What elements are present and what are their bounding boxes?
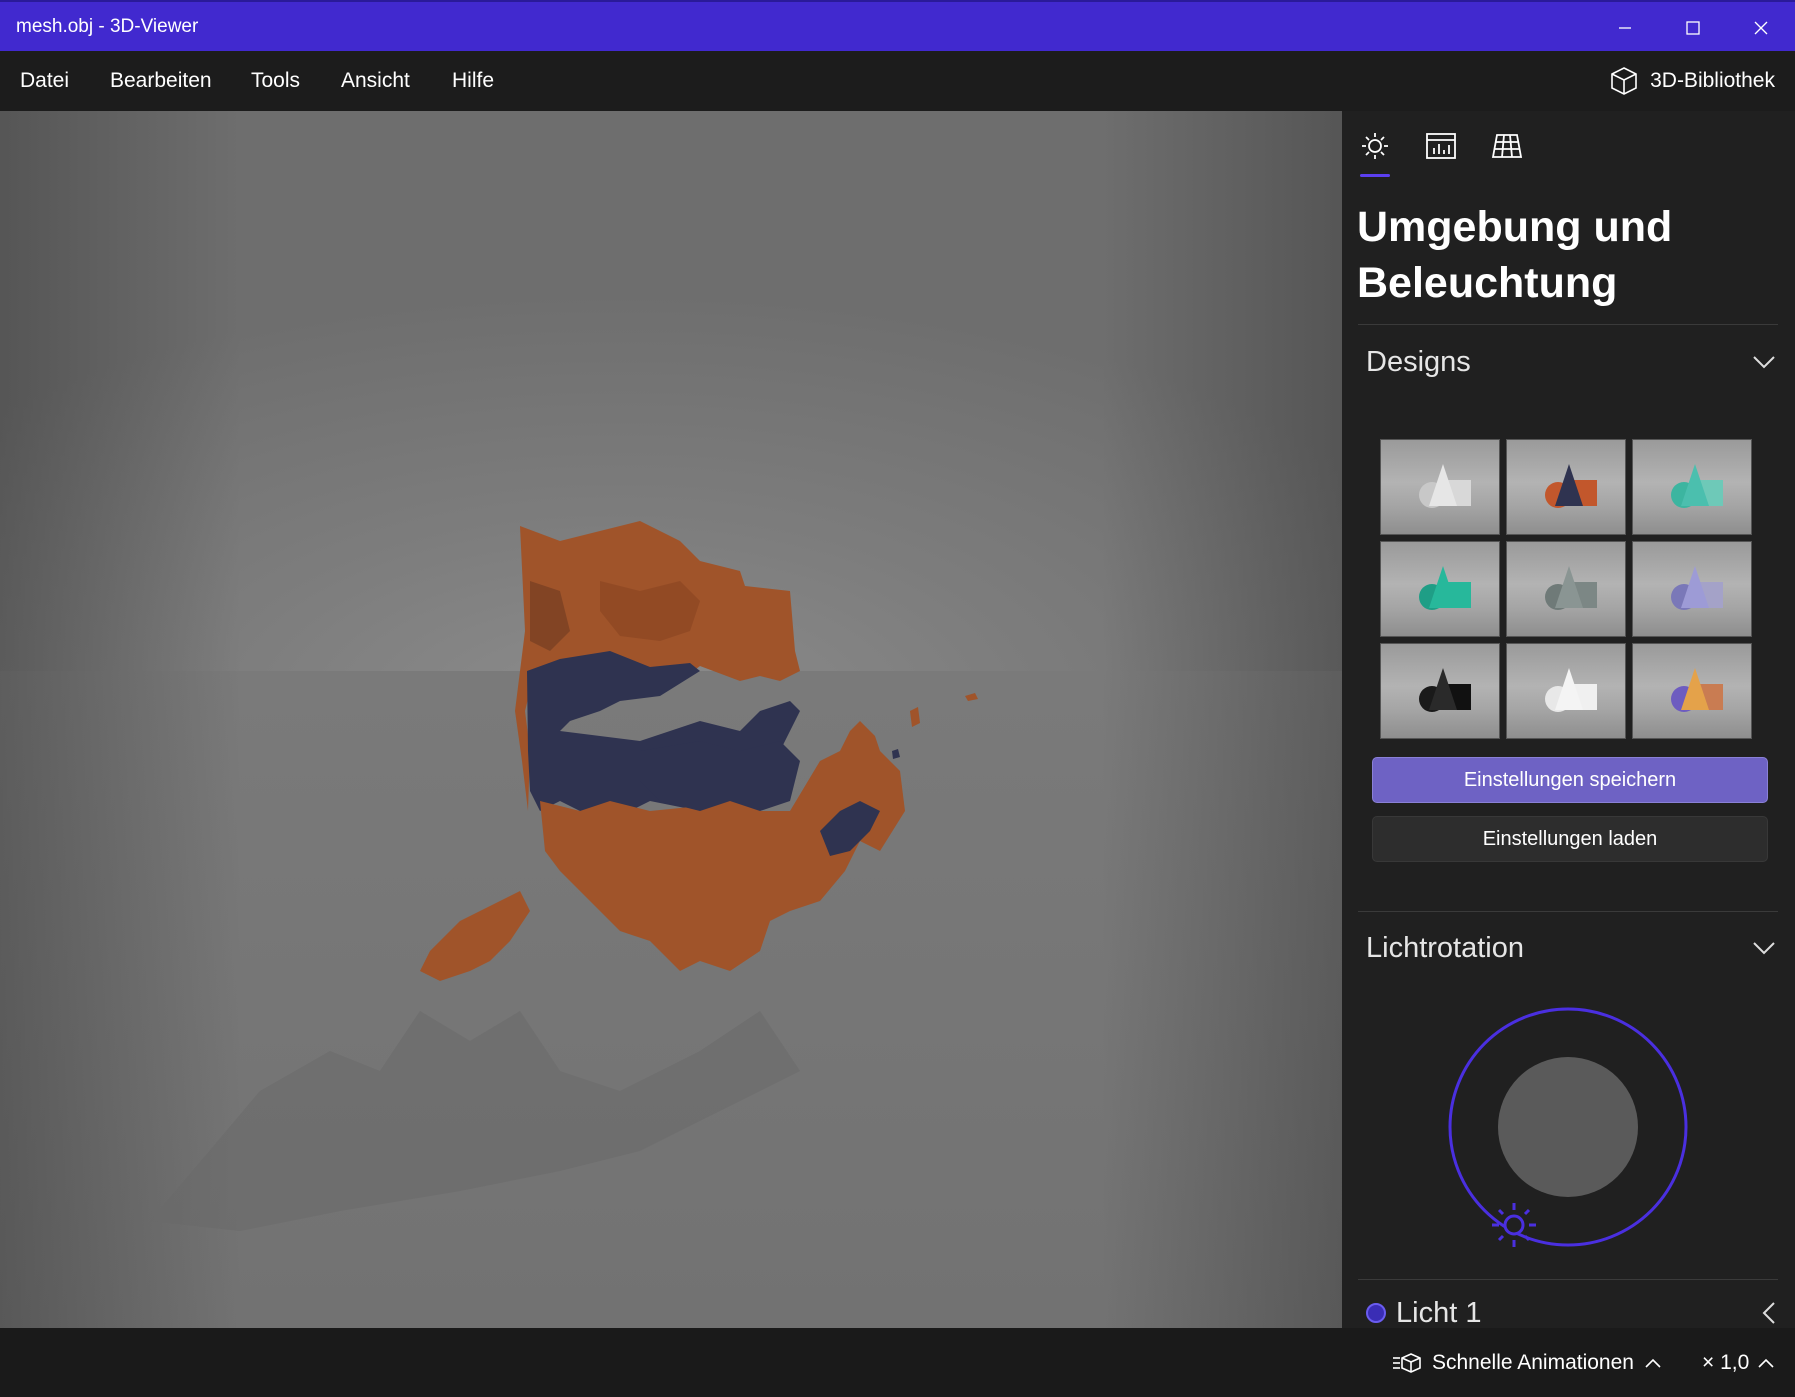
designs-header[interactable]: Designs [1366,342,1776,382]
designs-grid [1380,439,1756,739]
chevron-up-icon [1758,1358,1774,1368]
chevron-down-icon [1753,942,1775,955]
maximize-button[interactable] [1659,2,1727,53]
load-settings-button[interactable]: Einstellungen laden [1372,816,1768,862]
minimize-button[interactable] [1591,2,1659,53]
design-cone [1429,566,1457,608]
light-1-row[interactable]: Licht 1 [1366,1293,1776,1328]
design-cone [1681,566,1709,608]
quick-animations-label: Schnelle Animationen [1432,1350,1634,1374]
design-cone [1555,566,1583,608]
panel-title-line2: Beleuchtung [1357,259,1618,307]
quick-animations-button[interactable]: Schnelle Animationen [1392,1328,1662,1397]
menu-bar: Datei Bearbeiten Tools Ansicht Hilfe 3D-… [0,51,1795,111]
3d-viewport[interactable] [0,111,1342,1328]
design-thumbnail[interactable] [1632,541,1752,637]
menu-tools[interactable]: Tools [251,51,300,111]
speed-label: × 1,0 [1702,1350,1750,1374]
light-rotation-label: Lichtrotation [1366,931,1524,964]
design-thumbnail[interactable] [1380,643,1500,739]
menu-help[interactable]: Hilfe [452,51,494,111]
design-thumbnail[interactable] [1506,541,1626,637]
chevron-up-icon [1645,1358,1661,1368]
tab-environment-lighting[interactable] [1356,127,1394,177]
close-button[interactable] [1727,2,1795,53]
cube-library-icon [1611,67,1637,95]
menu-file[interactable]: Datei [20,51,69,111]
title-bar: mesh.obj - 3D-Viewer [0,0,1795,51]
stats-icon [1426,133,1456,159]
design-thumbnail[interactable] [1632,643,1752,739]
design-thumbnail[interactable] [1380,439,1500,535]
mesh-shadow [150,1011,800,1231]
app-window: mesh.obj - 3D-Viewer Datei Bearbeiten To… [0,0,1795,1397]
design-cone [1555,668,1583,710]
divider [1358,911,1778,912]
3d-library-label: 3D-Bibliothek [1650,69,1775,92]
panel-title: Umgebung und Beleuchtung [1357,199,1777,311]
minimize-icon [1619,26,1631,29]
close-icon [1754,21,1768,34]
design-thumbnail[interactable] [1506,643,1626,739]
save-settings-button[interactable]: Einstellungen speichern [1372,757,1768,803]
design-thumbnail[interactable] [1506,439,1626,535]
panel-title-line1: Umgebung und [1357,203,1673,251]
speed-selector[interactable]: × 1,0 [1702,1328,1775,1397]
design-thumbnail[interactable] [1632,439,1752,535]
panel-tabs [1356,127,1526,177]
environment-panel: Umgebung und Beleuchtung Designs Einstel… [1342,111,1795,1328]
tab-grid[interactable] [1488,127,1526,165]
light-color-swatch[interactable] [1366,1303,1386,1323]
chevron-left-icon [1762,1302,1775,1324]
grid-icon [1491,134,1523,158]
light-sphere [1498,1057,1638,1197]
design-cone [1555,464,1583,506]
designs-label: Designs [1366,345,1471,378]
animation-cube-icon [1393,1352,1421,1373]
light-1-label: Licht 1 [1396,1296,1482,1329]
sun-handle-icon[interactable] [1492,1203,1536,1247]
menu-view[interactable]: Ansicht [341,51,410,111]
design-cone [1681,464,1709,506]
divider [1358,324,1778,325]
divider [1358,1279,1778,1280]
mesh-model[interactable] [0,111,1342,1328]
window-title: mesh.obj - 3D-Viewer [16,15,199,37]
light-rotation-dial[interactable] [1448,1007,1688,1247]
menu-edit[interactable]: Bearbeiten [110,51,212,111]
environment-lighting-icon [1362,133,1388,159]
design-thumbnail[interactable] [1380,541,1500,637]
status-bar: Schnelle Animationen × 1,0 [0,1328,1795,1397]
design-cone [1429,464,1457,506]
light-rotation-header[interactable]: Lichtrotation [1366,928,1776,968]
3d-library-button[interactable]: 3D-Bibliothek [1608,51,1775,111]
tab-statistics[interactable] [1422,127,1460,165]
mesh-body [420,521,978,981]
design-cone [1429,668,1457,710]
chevron-down-icon [1753,356,1775,369]
maximize-icon [1686,20,1700,35]
design-cone [1681,668,1709,710]
